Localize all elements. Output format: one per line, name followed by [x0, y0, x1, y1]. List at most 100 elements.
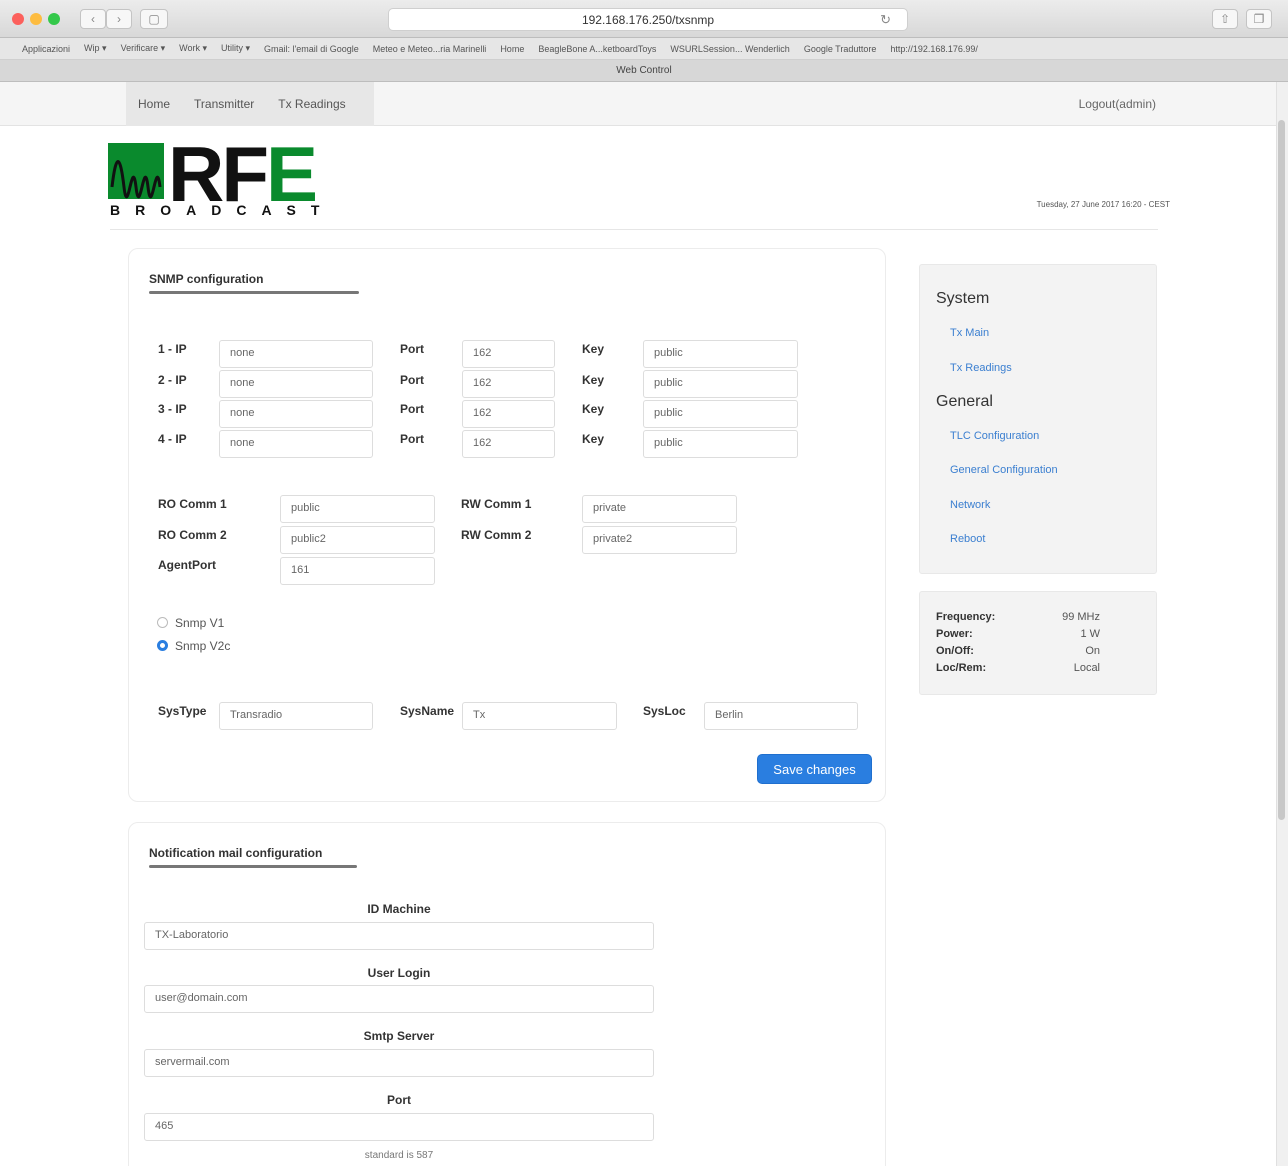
bookmark-item[interactable]: WSURLSession... Wenderlich	[670, 44, 789, 54]
key4-input[interactable]: public	[643, 430, 798, 458]
sysname-label: SysName	[400, 704, 455, 718]
bookmark-item[interactable]: BeagleBone A...ketboardToys	[538, 44, 656, 54]
agentport-label: AgentPort	[158, 558, 216, 572]
systype-input[interactable]: Transradio	[219, 702, 373, 730]
port3-label: Port	[400, 402, 424, 416]
onoff-value: On	[1085, 645, 1100, 657]
bookmark-item[interactable]: Meteo e Meteo...ria Marinelli	[373, 44, 487, 54]
sysname-input[interactable]: Tx	[462, 702, 617, 730]
port2-label: Port	[400, 373, 424, 387]
port3-input[interactable]: 162	[462, 400, 555, 428]
reload-icon[interactable]: ↻	[880, 12, 891, 28]
bookmark-item[interactable]: Verificare ▾	[121, 43, 166, 54]
port4-label: Port	[400, 432, 424, 446]
power-label: Power:	[936, 628, 973, 640]
browser-tab[interactable]: Web Control	[0, 60, 1288, 82]
snmp-v1-radio[interactable]	[157, 617, 168, 628]
port4-input[interactable]: 162	[462, 430, 555, 458]
bookmark-item[interactable]: Gmail: l'email di Google	[264, 44, 359, 54]
mail-title: Notification mail configuration	[149, 846, 323, 860]
forward-icon[interactable]: ›	[106, 9, 132, 29]
snmp-title: SNMP configuration	[149, 272, 264, 286]
ro-comm1-input[interactable]: public	[280, 495, 435, 523]
rw-comm1-label: RW Comm 1	[461, 497, 532, 511]
ip1-input[interactable]: none	[219, 340, 373, 368]
sidebar-item-tlc-configuration[interactable]: TLC Configuration	[950, 430, 1039, 442]
snmp-title-underline	[149, 291, 359, 294]
sidebar-item-tx-main[interactable]: Tx Main	[950, 327, 989, 339]
key1-input[interactable]: public	[643, 340, 798, 368]
ro-comm1-label: RO Comm 1	[158, 497, 227, 511]
snmp-v2c-radio[interactable]	[157, 640, 168, 651]
snmp-v1-label[interactable]: Snmp V1	[175, 616, 224, 630]
key2-label: Key	[582, 373, 605, 387]
sidebar-item-reboot[interactable]: Reboot	[950, 533, 985, 545]
agentport-input[interactable]: 161	[280, 557, 435, 585]
id-machine-input[interactable]: TX-Laboratorio	[144, 922, 654, 950]
bookmark-item[interactable]: Applicazioni	[22, 44, 70, 54]
scrollbar-thumb[interactable]	[1278, 120, 1285, 820]
sysloc-input[interactable]: Berlin	[704, 702, 858, 730]
nav-transmitter[interactable]: Transmitter	[194, 97, 254, 111]
frequency-value: 99 MHz	[1062, 611, 1100, 623]
nav-home[interactable]: Home	[138, 97, 170, 111]
sidebar-item-general-configuration[interactable]: General Configuration	[950, 464, 1058, 476]
back-icon[interactable]: ‹	[80, 9, 106, 29]
ip4-input[interactable]: none	[219, 430, 373, 458]
ro-comm2-label: RO Comm 2	[158, 528, 227, 542]
bookmark-item[interactable]: Work ▾	[179, 43, 207, 54]
key3-input[interactable]: public	[643, 400, 798, 428]
rw-comm2-label: RW Comm 2	[461, 528, 532, 542]
ip3-input[interactable]: none	[219, 400, 373, 428]
bookmark-item[interactable]: Wip ▾	[84, 43, 107, 54]
locrem-value: Local	[1073, 662, 1100, 674]
port1-input[interactable]: 162	[462, 340, 555, 368]
sidebar-heading-general: General	[936, 393, 993, 410]
share-icon[interactable]: ⇧	[1212, 9, 1238, 29]
bookmark-item[interactable]: Google Traduttore	[804, 44, 877, 54]
sidebar-item-tx-readings[interactable]: Tx Readings	[950, 362, 1012, 374]
mail-port-input[interactable]: 465	[144, 1113, 654, 1141]
key2-input[interactable]: public	[643, 370, 798, 398]
port2-input[interactable]: 162	[462, 370, 555, 398]
minimize-window-icon[interactable]	[30, 13, 42, 25]
systype-label: SysType	[158, 704, 207, 718]
onoff-label: On/Off:	[936, 645, 974, 657]
key1-label: Key	[582, 342, 605, 356]
ip3-label: 3 - IP	[158, 402, 187, 416]
sidebar-toggle-icon[interactable]: ▢	[140, 9, 168, 29]
sidebar-item-network[interactable]: Network	[950, 499, 990, 511]
mail-title-underline	[149, 865, 357, 868]
port1-label: Port	[400, 342, 424, 356]
save-changes-button[interactable]: Save changes	[757, 754, 872, 784]
close-window-icon[interactable]	[12, 13, 24, 25]
ip2-input[interactable]: none	[219, 370, 373, 398]
ip2-label: 2 - IP	[158, 373, 187, 387]
tab-title: Web Control	[616, 65, 672, 76]
bookmark-item[interactable]: Home	[500, 44, 524, 54]
logout-link[interactable]: Logout(admin)	[1079, 97, 1156, 111]
user-login-label: User Login	[367, 966, 431, 980]
key4-label: Key	[582, 432, 605, 446]
waveform-logo-icon	[108, 143, 164, 204]
sidebar-menu	[919, 264, 1157, 574]
bookmark-item[interactable]: http://192.168.176.99/	[890, 44, 978, 54]
tabs-overview-icon[interactable]: ❐	[1246, 9, 1272, 29]
ip4-label: 4 - IP	[158, 432, 187, 446]
address-bar[interactable]: 192.168.176.250/txsnmp ↻	[388, 8, 908, 31]
rw-comm1-input[interactable]: private	[582, 495, 737, 523]
zoom-window-icon[interactable]	[48, 13, 60, 25]
current-datetime: Tuesday, 27 June 2017 16:20 - CEST	[1036, 200, 1170, 209]
snmp-v2c-label[interactable]: Snmp V2c	[175, 639, 230, 653]
ro-comm2-input[interactable]: public2	[280, 526, 435, 554]
sysloc-label: SysLoc	[643, 704, 686, 718]
smtp-server-input[interactable]: servermail.com	[144, 1049, 654, 1077]
mail-port-label: Port	[387, 1093, 411, 1107]
key3-label: Key	[582, 402, 605, 416]
rw-comm2-input[interactable]: private2	[582, 526, 737, 554]
status-panel	[919, 591, 1157, 695]
user-login-input[interactable]: user@domain.com	[144, 985, 654, 1013]
bookmark-item[interactable]: Utility ▾	[221, 43, 250, 54]
ip1-label: 1 - IP	[158, 342, 187, 356]
nav-tx-readings[interactable]: Tx Readings	[278, 97, 345, 111]
